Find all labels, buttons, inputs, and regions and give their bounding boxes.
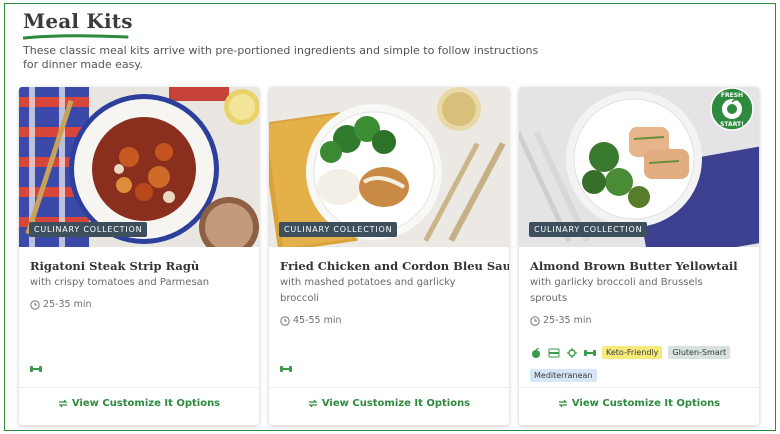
clock-icon <box>30 299 40 310</box>
collection-badge: CULINARY COLLECTION <box>279 222 398 237</box>
svg-text:FRESH: FRESH <box>721 92 743 99</box>
apple-icon <box>532 347 540 358</box>
swap-icon <box>308 399 318 408</box>
view-customize-options-link[interactable]: View Customize It Options <box>519 398 759 409</box>
view-customize-options-label: View Customize It Options <box>71 398 221 409</box>
swap-icon <box>58 399 68 408</box>
fresh-start-badge: FRESH START! <box>710 87 754 131</box>
meal-name[interactable]: Fried Chicken and Cordon Bleu Sauce <box>280 259 509 273</box>
meal-kits-panel: Meal Kits These classic meal kits arrive… <box>4 3 776 431</box>
clock-icon <box>530 315 540 326</box>
meal-description: with mashed potatoes and garlicky brocco… <box>280 277 456 304</box>
diet-icons <box>280 364 292 374</box>
meal-card[interactable]: CULINARY COLLECTION Fried Chicken and Co… <box>269 87 509 425</box>
dumbbell-icon <box>30 366 42 372</box>
page-subtitle: These classic meal kits arrive with pre-… <box>23 44 539 71</box>
card-divider <box>519 387 759 388</box>
card-divider <box>269 387 509 388</box>
view-customize-options-link[interactable]: View Customize It Options <box>19 398 259 409</box>
page-title: Meal Kits <box>23 9 133 33</box>
dumbbell-icon <box>584 349 596 356</box>
tags-row: Mediterranean <box>530 363 597 382</box>
keto-friendly-tag: Keto-Friendly <box>602 346 663 359</box>
clock-icon <box>280 315 290 326</box>
swap-icon <box>558 399 568 408</box>
meal-card[interactable]: CULINARY COLLECTION Rigatoni Steak Strip… <box>19 87 259 425</box>
meal-description: with garlicky broccoli and Brussels spro… <box>530 277 703 304</box>
collection-badge: CULINARY COLLECTION <box>29 222 148 237</box>
svg-text:START!: START! <box>720 121 744 128</box>
prep-time: 45-55 min <box>280 315 342 326</box>
meal-name[interactable]: Almond Brown Butter Yellowtail <box>530 259 752 273</box>
gluten-smart-tag: Gluten-Smart <box>668 346 731 359</box>
prep-time: 25-35 min <box>30 299 92 310</box>
prep-time: 25-35 min <box>530 315 592 326</box>
prep-time-label: 45-55 min <box>293 315 342 326</box>
card-icon <box>548 348 560 357</box>
title-underline <box>23 34 129 40</box>
gear-icon <box>567 347 577 358</box>
dumbbell-icon <box>280 366 292 372</box>
view-customize-options-label: View Customize It Options <box>571 398 721 409</box>
prep-time-label: 25-35 min <box>543 315 592 326</box>
card-divider <box>19 387 259 388</box>
collection-badge: CULINARY COLLECTION <box>529 222 648 237</box>
mediterranean-tag: Mediterranean <box>530 369 597 382</box>
prep-time-label: 25-35 min <box>43 299 92 310</box>
meal-description: with crispy tomatoes and Parmesan <box>30 277 210 288</box>
diet-icons <box>30 364 42 374</box>
meal-name[interactable]: Rigatoni Steak Strip Ragù <box>30 259 252 273</box>
view-customize-options-label: View Customize It Options <box>321 398 471 409</box>
view-customize-options-link[interactable]: View Customize It Options <box>269 398 509 409</box>
meal-card[interactable]: FRESH START! CULINARY COLLECTION Almond … <box>519 87 759 425</box>
diet-icons: Keto-Friendly Gluten-Smart <box>530 346 731 359</box>
